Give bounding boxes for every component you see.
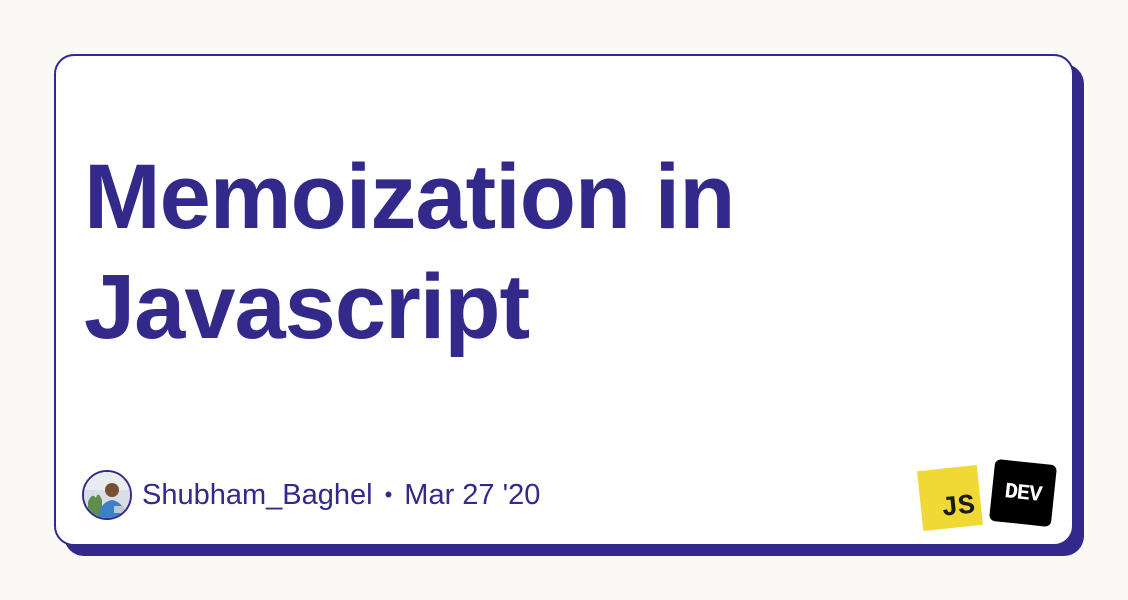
dev-logo[interactable]: DEV [988,458,1058,528]
js-tag-label: JS [939,490,977,525]
article-card[interactable]: Memoization in Javascript Shubham_Baghel… [54,54,1074,546]
dev-logo-label: DEV [1003,478,1043,508]
author-avatar-icon [84,472,130,518]
byline: Shubham_Baghel • Mar 27 '20 [82,468,540,522]
author-name[interactable]: Shubham_Baghel [142,479,373,512]
byline-separator: • [384,482,393,507]
avatar[interactable] [82,470,132,520]
logos: JS DEV [917,458,1060,531]
publish-date: Mar 27 '20 [404,478,541,511]
article-title[interactable]: Memoization in Javascript [84,142,984,362]
js-tag-logo[interactable]: JS [917,465,983,531]
